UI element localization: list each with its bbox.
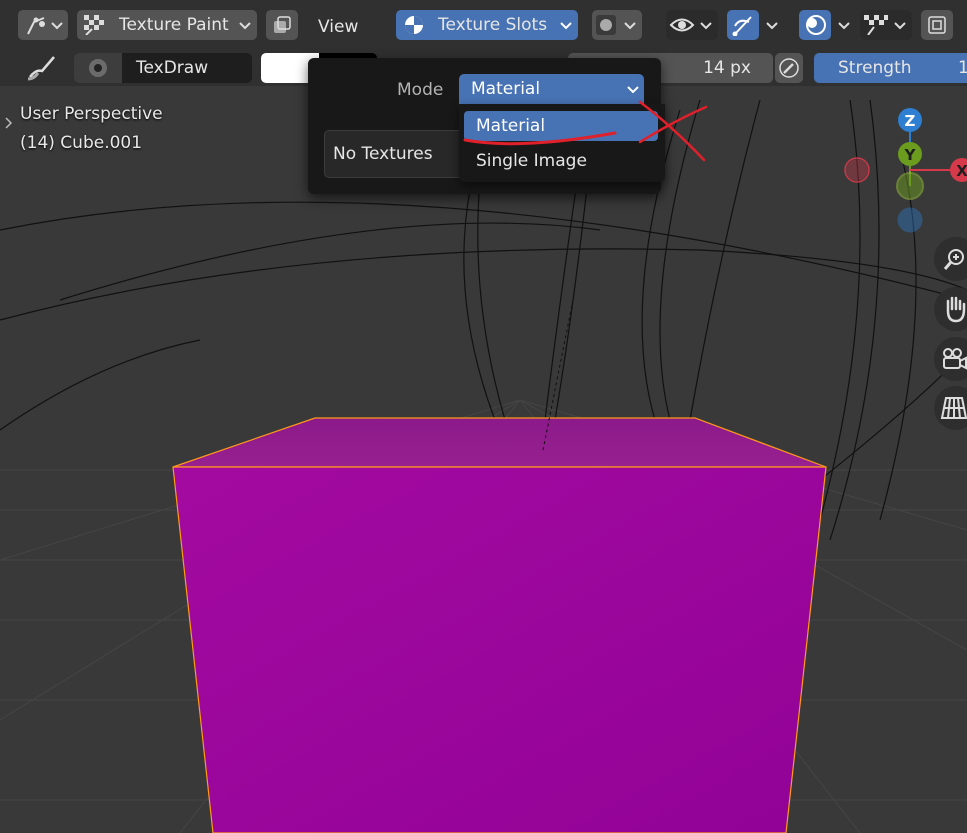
strength-label: Strength: [838, 58, 912, 78]
pressure-toggle[interactable]: [775, 53, 803, 83]
viewport-header: Texture Paint View Texture Slots: [0, 0, 967, 50]
overlay-icon: [806, 15, 826, 35]
menu-item-single-image-label: Single Image: [476, 151, 587, 171]
brush-name: TexDraw: [136, 58, 209, 78]
mode-selector[interactable]: Texture Paint: [77, 10, 257, 40]
menu-item-single-image[interactable]: Single Image: [464, 146, 658, 176]
gizmo-y-label: Y: [904, 146, 917, 164]
chevron-down-icon[interactable]: [836, 18, 852, 34]
camera-icon: [943, 348, 967, 370]
chevron-right-icon[interactable]: [3, 116, 15, 130]
mode-dropdown-menu: Material Single Image: [459, 104, 665, 182]
xray-toggle-button[interactable]: [266, 10, 298, 40]
radius-value: 14 px: [703, 58, 751, 78]
eye-icon: [669, 18, 695, 32]
menu-item-material[interactable]: Material: [464, 111, 658, 141]
texture-slots-pie-icon: [405, 16, 423, 34]
brush-selector[interactable]: TexDraw: [74, 53, 252, 83]
perspective-label: User Perspective: [20, 104, 163, 124]
gizmo-toggle-button[interactable]: [727, 10, 759, 40]
menu-item-material-label: Material: [476, 116, 546, 136]
texture-slots-label: Texture Slots: [438, 15, 548, 35]
no-textures-text: No Textures: [333, 144, 433, 164]
view-menu[interactable]: View: [318, 12, 358, 42]
toggle-sidebar-button[interactable]: [921, 10, 953, 40]
gizmo-z-label: Z: [905, 112, 916, 130]
texture-slot-list[interactable]: No Textures: [324, 130, 464, 178]
gizmo-x-label: X: [956, 162, 967, 180]
shading-button[interactable]: [860, 10, 912, 40]
overlay-toggle-button[interactable]: [799, 10, 831, 40]
paint-brush-editor-icon: [27, 17, 45, 35]
chevron-down-icon[interactable]: [764, 18, 780, 34]
chevron-down-icon: [560, 22, 572, 30]
mode-dropdown-value: Material: [471, 79, 541, 99]
xray-icon: [274, 16, 291, 33]
local-view-icon: [928, 16, 946, 34]
display-mode-button[interactable]: [592, 10, 642, 40]
texture-paint-checker-icon: [84, 15, 104, 35]
zoom-icon: [943, 249, 964, 270]
chevron-down-icon: [894, 22, 906, 30]
shading-checker-icon: [864, 15, 888, 35]
circle-dot-icon: [596, 15, 616, 35]
strength-slider[interactable]: Strength 1: [814, 53, 967, 83]
chevron-down-icon: [627, 86, 639, 94]
object-label: (14) Cube.001: [20, 133, 143, 153]
mode-label: Texture Paint: [119, 15, 229, 35]
navigation-gizmo[interactable]: Z Y X: [840, 100, 967, 240]
cube-object[interactable]: [172, 417, 827, 833]
chevron-down-icon: [51, 22, 63, 30]
strength-value: 1: [958, 58, 967, 78]
popover-mode-label: Mode: [397, 80, 444, 100]
chevron-down-icon: [700, 22, 712, 30]
editor-type-button[interactable]: [18, 10, 68, 40]
brush-preview-icon: [89, 59, 107, 77]
mode-dropdown[interactable]: Material: [459, 74, 644, 104]
brush-tool-icon[interactable]: [26, 53, 58, 81]
chevron-down-icon: [624, 22, 636, 30]
pen-pressure-icon: [779, 58, 799, 78]
gizmo-toggle-icon: [732, 16, 752, 36]
hand-pan-icon: [946, 296, 966, 323]
chevron-down-icon: [239, 22, 251, 30]
ortho-grid-icon: [940, 397, 967, 419]
texture-slots-button[interactable]: Texture Slots: [396, 10, 578, 40]
visibility-button[interactable]: [666, 10, 718, 40]
